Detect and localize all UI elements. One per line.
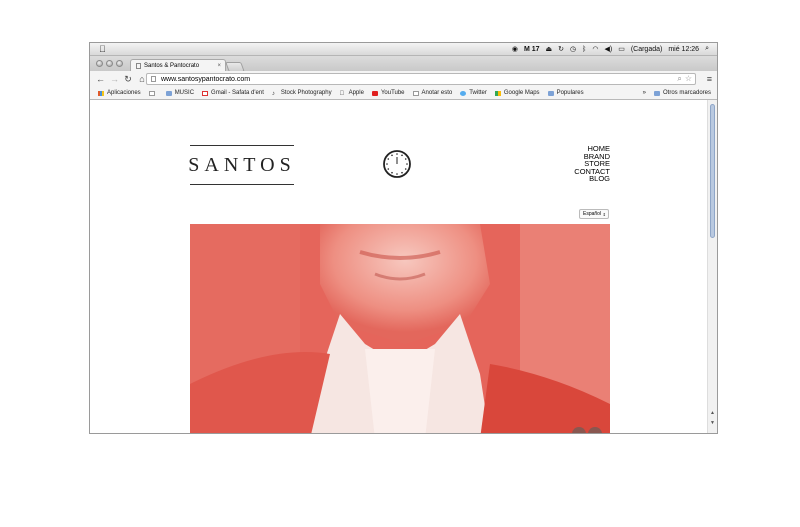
bookmarks-overflow-chevron-icon[interactable]: » (643, 90, 646, 96)
bookmark-blank[interactable] (148, 90, 158, 96)
bookmark-twitter[interactable]: Twitter (460, 90, 487, 96)
bookmark-youtube[interactable]: YouTube (371, 90, 405, 96)
bookmark-google-maps[interactable]: Google Maps (494, 90, 540, 96)
scrollbar-thumb[interactable] (710, 104, 715, 238)
bookmark-star-icon[interactable]: ☆ (685, 74, 692, 84)
menu-icon[interactable]: ≡ (707, 74, 712, 84)
forward-arrow-icon[interactable]: → (110, 74, 119, 84)
minimize-window-button[interactable] (106, 60, 113, 67)
window-controls (96, 60, 123, 67)
web-content: SANTOS HOME BRAND STORE CONTACT BLOG Esp… (90, 100, 708, 433)
screen:  ◉ M 17 ⏏ ↻ ◷ ᛒ ◠ ◀) ▭ (Cargada) mié 12… (89, 42, 718, 434)
spotlight-icon[interactable]: ⌕ (705, 45, 709, 53)
browser-toolbar: ← → ↻ ⌂ www.santosypantocrato.com ⌕ ☆ ≡ (90, 71, 717, 87)
site-logo[interactable]: SANTOS (188, 145, 294, 185)
select-arrows-icon: ⇕ (602, 211, 606, 217)
nav-blog[interactable]: BLOG (566, 175, 610, 183)
apple-menu-icon[interactable]:  (99, 44, 106, 54)
zoom-window-button[interactable] (116, 60, 123, 67)
drive-icon[interactable]: ⏏ (546, 45, 553, 53)
youtube-icon (371, 90, 378, 96)
scroll-up-arrow-icon[interactable]: ▲ (710, 410, 715, 416)
bookmarks-bar: Aplicaciones MUSIC Gmail - Safata d'ent … (90, 87, 717, 100)
bookmark-apps[interactable]: Aplicaciones (98, 90, 141, 96)
clock-icon (383, 150, 411, 178)
slider-dot[interactable] (572, 427, 586, 433)
bookmark-populares[interactable]: Populares (547, 90, 584, 96)
site-nav: HOME BRAND STORE CONTACT BLOG (566, 145, 610, 183)
slider-dot[interactable] (588, 427, 602, 433)
home-icon[interactable]: ⌂ (138, 74, 146, 84)
language-value: Español (583, 211, 602, 217)
search-icon[interactable]: ⌕ (677, 74, 681, 84)
address-bar[interactable]: www.santosypantocrato.com ⌕ ☆ (146, 73, 696, 85)
globe-icon[interactable]: ◉ (512, 45, 518, 53)
bookmark-anotar[interactable]: Anotar esto (412, 90, 452, 96)
menu-extras: ◉ M 17 ⏏ ↻ ◷ ᛒ ◠ ◀) ▭ (Cargada) mié 12:2… (512, 45, 717, 53)
portrait-illustration (190, 224, 610, 433)
mac-menu-bar:  ◉ M 17 ⏏ ↻ ◷ ᛒ ◠ ◀) ▭ (Cargada) mié 12… (90, 43, 717, 56)
wifi-icon[interactable]: ◠ (592, 45, 598, 53)
clock[interactable]: mié 12:26 (668, 46, 699, 53)
twitter-icon (460, 90, 467, 96)
tab-title: Santos & Pantocrato (144, 62, 200, 69)
calendar-icon[interactable]: M 17 (524, 46, 540, 53)
page-icon (148, 90, 155, 96)
scroll-down-arrow-icon[interactable]: ▼ (710, 420, 715, 426)
bookmark-stock-photography[interactable]: ♪ Stock Photography (271, 90, 332, 97)
page-icon (136, 62, 141, 69)
page-icon (412, 90, 419, 96)
folder-icon (547, 90, 554, 96)
time-machine-icon[interactable]: ◷ (570, 45, 576, 53)
music-icon: ♪ (271, 90, 275, 97)
page-icon (151, 76, 156, 82)
bluetooth-icon[interactable]: ᛒ (582, 46, 586, 53)
apple-icon:  (340, 91, 346, 97)
close-window-button[interactable] (96, 60, 103, 67)
hero-image (190, 224, 610, 433)
folder-icon (165, 90, 172, 96)
volume-icon[interactable]: ◀) (604, 45, 612, 53)
tab-bar: Santos & Pantocrato × (90, 56, 717, 72)
tab-active[interactable]: Santos & Pantocrato × (130, 59, 226, 71)
back-arrow-icon[interactable]: ← (96, 74, 105, 84)
bookmark-apple[interactable]: Apple (340, 90, 364, 97)
close-tab-icon[interactable]: × (217, 63, 221, 69)
grid-icon (98, 90, 104, 96)
page-scrollbar[interactable]: ▲ ▼ (707, 100, 717, 433)
sync-icon[interactable]: ↻ (558, 45, 564, 53)
gmail-icon (202, 90, 209, 96)
language-select[interactable]: Español ⇕ (579, 209, 609, 219)
battery-status[interactable]: (Cargada) (631, 46, 663, 53)
bookmark-music[interactable]: MUSIC (165, 90, 194, 96)
battery-icon[interactable]: ▭ (618, 45, 625, 53)
url-text: www.santosypantocrato.com (161, 75, 251, 83)
folder-icon (653, 90, 660, 96)
calendar-day: 17 (531, 45, 540, 53)
maps-icon (494, 90, 501, 96)
reload-icon[interactable]: ↻ (124, 74, 132, 85)
slider-pagination (572, 427, 602, 433)
bookmark-gmail[interactable]: Gmail - Safata d'ent (202, 90, 264, 96)
bookmark-other[interactable]: Otros marcadores (653, 90, 711, 96)
